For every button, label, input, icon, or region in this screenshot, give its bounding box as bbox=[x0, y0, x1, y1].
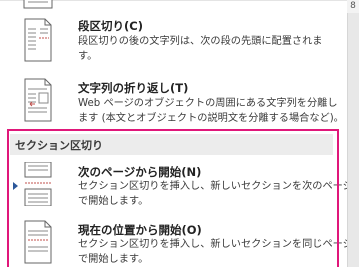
continuous-title: 現在の位置から開始(O) bbox=[78, 223, 202, 237]
continuous-break-icon bbox=[24, 220, 52, 264]
text-wrapping-title: 文字列の折り返し(T) bbox=[78, 81, 189, 95]
next-page-section-break-item[interactable]: 次のページから開始(N) セクション区切りを挿入し、新しいセクションを次のページ… bbox=[0, 158, 353, 213]
text-wrapping-icon bbox=[24, 78, 52, 122]
selection-marker-icon bbox=[13, 182, 18, 190]
page-break-item-partial[interactable] bbox=[0, 0, 347, 12]
column-break-desc-line2: す。 bbox=[78, 51, 98, 62]
next-page-break-icon bbox=[24, 162, 52, 206]
continuous-desc-line2: で開始します。 bbox=[78, 254, 149, 265]
section-breaks-header: セクション区切り bbox=[10, 134, 333, 155]
next-page-desc-line2: で開始します。 bbox=[78, 196, 149, 207]
continuous-desc-line1: セクション区切りを挿入し、新しいセクションを同じページ bbox=[78, 239, 353, 250]
column-break-icon bbox=[24, 18, 52, 62]
text-wrapping-desc-line2: ます (本文とオブジェクトの説明文を分離する場合など)。 bbox=[78, 113, 344, 124]
section-breaks-header-label: セクション区切り bbox=[15, 139, 103, 152]
ruler-number: 8 bbox=[347, 0, 359, 13]
column-break-desc-line1: 段区切りの後の文字列は、次の段の先頭に配置されま bbox=[78, 36, 323, 47]
text-wrapping-break-item[interactable]: 文字列の折り返し(T) Web ページのオブジェクトの周囲にある文字列を分離し … bbox=[0, 70, 347, 130]
column-break-title: 段区切り(C) bbox=[78, 19, 143, 33]
next-page-title: 次のページから開始(N) bbox=[78, 165, 202, 179]
continuous-section-break-item[interactable]: 現在の位置から開始(O) セクション区切りを挿入し、新しいセクションを同じページ… bbox=[0, 214, 353, 267]
break-dropdown-menu: 段区切り(C) 段区切りの後の文字列は、次の段の先頭に配置されま す。 文字列の… bbox=[0, 0, 353, 267]
vertical-scrollbar[interactable] bbox=[347, 0, 359, 267]
next-page-desc-line1: セクション区切りを挿入し、新しいセクションを次のページ bbox=[78, 181, 353, 192]
text-wrapping-desc-line1: Web ページのオブジェクトの周囲にある文字列を分離し bbox=[78, 98, 338, 109]
column-break-item[interactable]: 段区切り(C) 段区切りの後の文字列は、次の段の先頭に配置されま す。 bbox=[0, 12, 347, 70]
